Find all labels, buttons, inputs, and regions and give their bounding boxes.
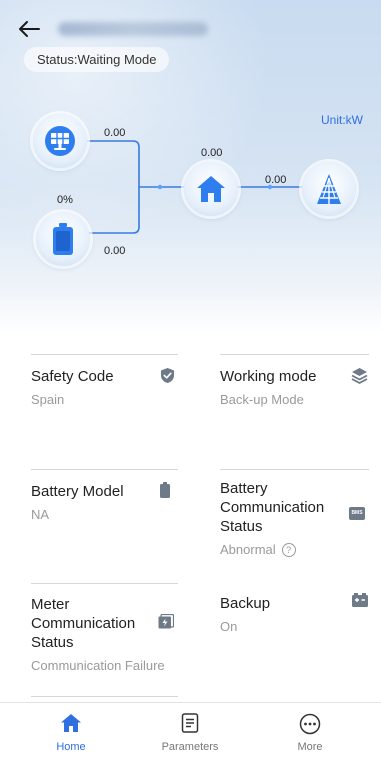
power-tower-icon — [317, 174, 341, 204]
help-icon[interactable]: ? — [281, 542, 296, 557]
backup-value: On — [220, 619, 238, 634]
divider-line — [31, 696, 178, 697]
grid-power-value: 0.00 — [265, 174, 287, 186]
working-mode-title: Working mode — [220, 368, 317, 385]
tab-parameters[interactable]: Parameters — [140, 703, 240, 757]
bms-badge-label: BMS — [349, 507, 365, 520]
safety-code-value: Spain — [31, 392, 65, 407]
tab-home[interactable]: Home — [21, 703, 121, 757]
home-load-node[interactable] — [184, 162, 238, 216]
safety-code-title: Safety Code — [31, 368, 114, 385]
safety-code-card[interactable]: Safety Code Spain — [31, 354, 178, 466]
home-icon — [61, 714, 81, 732]
layers-icon — [351, 367, 368, 389]
pv-power-value: 0.00 — [104, 127, 126, 139]
battery-communication-title: Battery Communication Status — [220, 480, 325, 535]
working-mode-card[interactable]: Working mode Back-up Mode — [220, 354, 369, 466]
house-icon — [197, 176, 225, 202]
grid-node[interactable] — [302, 162, 356, 216]
battery-node[interactable] — [36, 212, 90, 266]
solar-panel-icon — [45, 126, 75, 156]
load-power-value: 0.00 — [201, 147, 223, 159]
meter-icon — [158, 613, 175, 634]
document-icon — [181, 713, 199, 733]
energy-flow-panel: Status:Waiting Mode Unit:kW 0.00 0% 0.00… — [0, 0, 381, 335]
tab-more[interactable]: More — [260, 703, 360, 757]
battery-soc-value: 0% — [57, 194, 73, 206]
pv-node[interactable] — [33, 114, 87, 168]
backup-card[interactable]: Backup On — [220, 583, 369, 695]
meter-communication-title: Meter Communication Status — [31, 596, 136, 651]
battery-model-title: Battery Model — [31, 483, 124, 500]
bms-icon: BMS — [349, 501, 365, 520]
battery-power-value: 0.00 — [104, 245, 126, 257]
battery-model-card[interactable]: Battery Model NA — [31, 469, 178, 581]
battery-icon — [53, 223, 73, 255]
battery-communication-card[interactable]: Battery Communication Status Abnormal ? … — [220, 469, 369, 581]
tab-more-label: More — [297, 741, 323, 753]
more-icon — [299, 713, 321, 735]
battery-model-value: NA — [31, 507, 50, 522]
shield-check-icon — [160, 367, 175, 389]
tab-parameters-label: Parameters — [161, 741, 219, 753]
backup-title: Backup — [220, 595, 271, 612]
meter-communication-card[interactable]: Meter Communication Status Communication… — [31, 583, 178, 695]
battery-communication-value-row: Abnormal ? — [220, 542, 335, 557]
battery-communication-value: Abnormal — [220, 542, 276, 557]
backup-battery-icon — [352, 593, 368, 612]
battery-model-icon — [160, 482, 170, 503]
bottom-tab-bar: Home Parameters More — [0, 702, 381, 757]
tab-home-label: Home — [56, 741, 86, 753]
working-mode-value: Back-up Mode — [220, 392, 304, 407]
meter-communication-value: Communication Failure — [31, 658, 165, 673]
